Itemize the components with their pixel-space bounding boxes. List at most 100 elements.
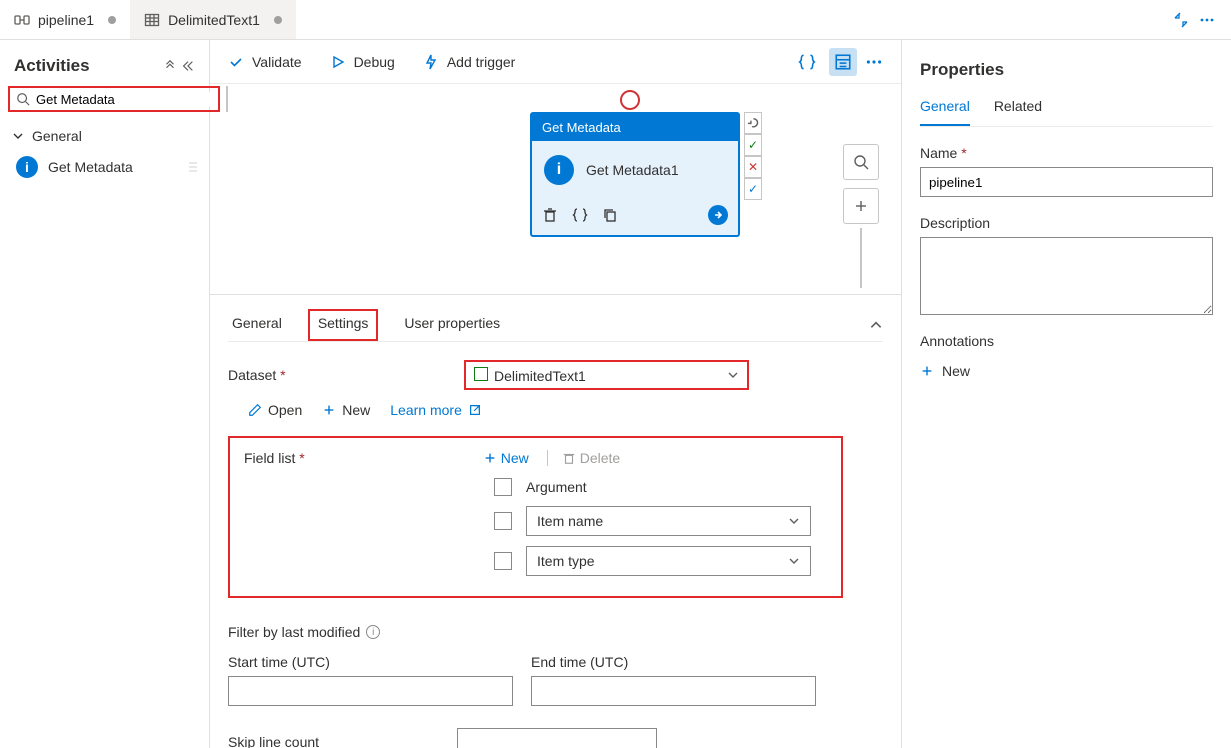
info-icon: i (16, 156, 38, 178)
unsaved-dot-icon (274, 16, 282, 24)
skip-line-input[interactable] (457, 728, 657, 748)
chevron-down-icon (12, 130, 24, 142)
node-undo-icon[interactable] (744, 112, 762, 134)
arrow-right-icon (712, 209, 724, 221)
pane-tab-general[interactable]: General (228, 309, 286, 341)
activity-get-metadata[interactable]: i Get Metadata (12, 150, 201, 184)
canvas-search-button[interactable] (843, 144, 879, 180)
activities-search-box[interactable] (8, 86, 220, 112)
canvas-zoom-in-button[interactable] (843, 188, 879, 224)
properties-title: Properties (920, 60, 1213, 80)
node-output-handle[interactable] (708, 205, 728, 225)
annotations-label: Annotations (920, 333, 1213, 349)
props-tab-general[interactable]: General (920, 98, 970, 126)
new-field-label: New (501, 450, 529, 466)
collapse-panel-icon[interactable] (181, 59, 195, 73)
collapse-diagonal-icon[interactable] (1173, 12, 1189, 28)
add-trigger-label: Add trigger (447, 54, 515, 70)
pipeline-canvas[interactable]: Get Metadata i Get Metadata1 (210, 84, 901, 294)
braces-icon (798, 53, 816, 71)
pipeline-name-input[interactable] (920, 167, 1213, 197)
start-time-input[interactable] (228, 676, 513, 706)
activities-search-input[interactable] (36, 92, 212, 107)
open-dataset-button[interactable]: Open (248, 402, 302, 418)
start-time-label: Start time (UTC) (228, 654, 513, 670)
chevron-down-icon (788, 555, 800, 567)
pipeline-toolbar: Validate Debug Add trigger (210, 40, 901, 84)
node-success-icon[interactable]: ✓ (744, 134, 762, 156)
node-completion-icon[interactable]: ✓ (744, 178, 762, 200)
dataset-label: Dataset (228, 367, 448, 383)
node-fail-icon[interactable]: ✕ (744, 156, 762, 178)
delete-field-label: Delete (580, 450, 620, 466)
argument-select[interactable]: Item name (526, 506, 811, 536)
learn-more-link[interactable]: Learn more (390, 402, 482, 418)
field-list-delete-button[interactable]: Delete (547, 450, 620, 466)
tab-delimitedtext1[interactable]: DelimitedText1 (130, 0, 296, 39)
info-icon[interactable]: i (366, 625, 380, 639)
debug-button[interactable]: Debug (330, 54, 395, 70)
pane-collapse-button[interactable] (869, 318, 883, 332)
activities-group-general[interactable]: General (8, 122, 201, 150)
argument-value: Item type (537, 553, 595, 569)
validate-label: Validate (252, 54, 302, 70)
braces-icon[interactable] (572, 207, 588, 223)
expand-all-icon[interactable] (163, 59, 177, 73)
field-list-box: Field list New Delete Argument (228, 436, 843, 598)
more-icon[interactable] (1199, 12, 1215, 28)
properties-panel: Properties General Related Name Descript… (901, 40, 1231, 748)
properties-view-button[interactable] (829, 48, 857, 76)
pane-tab-settings[interactable]: Settings (308, 309, 379, 341)
node-header: Get Metadata (532, 114, 738, 141)
dataset-icon (144, 12, 160, 28)
trash-icon (562, 451, 576, 465)
pane-tab-user-properties[interactable]: User properties (400, 309, 504, 341)
argument-select[interactable]: Item type (526, 546, 811, 576)
end-time-input[interactable] (531, 676, 816, 706)
pipeline-description-input[interactable] (920, 237, 1213, 315)
pipeline-icon (14, 12, 30, 28)
filter-label: Filter by last modified (228, 624, 360, 640)
argument-row: Item name (494, 506, 827, 536)
info-icon: i (544, 155, 574, 185)
argument-checkbox[interactable] (494, 552, 512, 570)
argument-select-all-checkbox[interactable] (494, 478, 512, 496)
more-icon[interactable] (865, 53, 883, 71)
learn-more-label: Learn more (390, 402, 462, 418)
activity-node-get-metadata[interactable]: Get Metadata i Get Metadata1 (530, 112, 740, 237)
argument-checkbox[interactable] (494, 512, 512, 530)
field-list-new-button[interactable]: New (483, 450, 529, 466)
open-label: Open (268, 402, 302, 418)
dataset-select[interactable]: DelimitedText1 (464, 360, 749, 390)
validate-button[interactable]: Validate (228, 54, 302, 70)
add-trigger-button[interactable]: Add trigger (423, 54, 515, 70)
tab-label: DelimitedText1 (168, 12, 260, 28)
new-dataset-button[interactable]: New (322, 402, 370, 418)
tab-pipeline1[interactable]: pipeline1 (0, 0, 130, 39)
code-view-button[interactable] (793, 48, 821, 76)
dataset-icon (474, 367, 488, 381)
new-label: New (342, 402, 370, 418)
external-link-icon (468, 403, 482, 417)
copy-icon[interactable] (602, 207, 618, 223)
plus-icon (920, 364, 934, 378)
tab-label: pipeline1 (38, 12, 94, 28)
activities-panel: Activities General i Get Metadata (0, 40, 210, 748)
chevron-up-icon (869, 318, 883, 332)
chevron-down-icon (788, 515, 800, 527)
pencil-icon (248, 403, 262, 417)
plus-icon (322, 403, 336, 417)
trigger-icon (423, 54, 439, 70)
search-icon (16, 92, 30, 106)
group-label: General (32, 128, 82, 144)
description-label: Description (920, 215, 1213, 231)
field-list-label: Field list (244, 450, 305, 466)
debug-label: Debug (354, 54, 395, 70)
props-tab-related[interactable]: Related (994, 98, 1042, 126)
end-time-label: End time (UTC) (531, 654, 816, 670)
argument-row: Item type (494, 546, 827, 576)
delete-icon[interactable] (542, 207, 558, 223)
drag-grip-icon[interactable] (189, 162, 197, 172)
annotations-new-button[interactable]: New (920, 363, 1213, 379)
activity-settings-pane: General Settings User properties Dataset… (210, 294, 901, 748)
